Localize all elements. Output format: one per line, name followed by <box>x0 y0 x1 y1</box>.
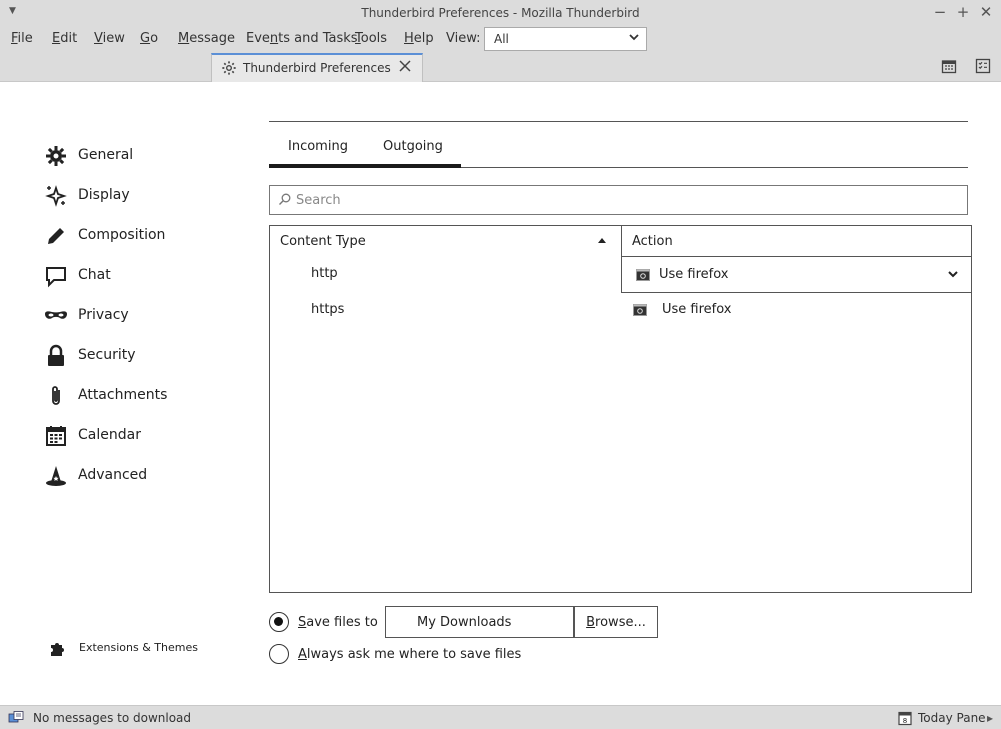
title-bar: ▼ Thunderbird Preferences - Mozilla Thun… <box>0 0 1001 28</box>
tab-label: Thunderbird Preferences <box>243 61 391 75</box>
menu-view[interactable]: View <box>94 31 125 46</box>
save-files-radio[interactable] <box>269 612 289 632</box>
nav-item-display[interactable]: Display <box>44 182 244 210</box>
download-folder-field[interactable]: My Downloads <box>385 606 574 638</box>
column-header-content-type[interactable]: Content Type <box>270 226 621 256</box>
svg-text:8: 8 <box>903 717 907 725</box>
sparkle-icon <box>45 185 67 207</box>
direction-tabs: Incoming Outgoing <box>269 132 968 168</box>
content-type-cell: https <box>311 302 345 317</box>
tab-strip: Thunderbird Preferences <box>0 52 1001 82</box>
menu-edit[interactable]: Edit <box>52 31 77 46</box>
search-icon <box>279 193 291 205</box>
status-bar: No messages to download 8 Today Pane ▸ <box>0 705 1001 729</box>
calendar-icon[interactable] <box>941 58 957 74</box>
firefox-app-icon <box>636 269 650 281</box>
content-type-cell: http <box>311 266 338 281</box>
maximize-button[interactable]: + <box>956 3 970 21</box>
window-controls: − + ✕ <box>933 3 993 21</box>
action-cell: Use firefox <box>662 302 732 317</box>
close-window-button[interactable]: ✕ <box>979 3 993 21</box>
calendar-icon: 8 <box>898 711 912 726</box>
nav-item-chat[interactable]: Chat <box>44 262 244 290</box>
window-title: Thunderbird Preferences - Mozilla Thunde… <box>361 6 640 20</box>
pencil-icon <box>48 228 64 244</box>
column-header-action[interactable]: Action <box>622 226 971 256</box>
menu-events-and-tasks[interactable]: Events and Tasks <box>246 31 358 46</box>
chevron-down-icon <box>948 271 958 278</box>
nav-item-composition[interactable]: Composition <box>44 222 244 250</box>
always-ask-label[interactable]: Always ask me where to save files <box>298 647 521 662</box>
nav-item-calendar[interactable]: Calendar <box>44 422 244 450</box>
menu-tools[interactable]: Tools <box>355 31 387 46</box>
today-pane-toggle[interactable]: Today Pane <box>918 711 986 725</box>
calendar-icon <box>46 426 66 446</box>
status-text: No messages to download <box>33 711 192 725</box>
save-files-label[interactable]: Save files to <box>298 615 378 630</box>
lock-icon <box>48 344 64 366</box>
paperclip-icon <box>52 386 60 405</box>
menu-go[interactable]: Go <box>140 31 158 46</box>
content-type-table: Content Type Action http Use firefox htt… <box>269 225 972 593</box>
browse-button[interactable]: Browse... <box>574 606 658 638</box>
close-tab-icon[interactable] <box>398 59 412 73</box>
menu-bar: File Edit View Go Message Events and Tas… <box>0 27 1001 52</box>
firefox-app-icon <box>633 304 647 316</box>
menu-help[interactable]: Help <box>404 31 434 46</box>
wizard-hat-icon <box>46 466 66 486</box>
nav-item-general[interactable]: General <box>44 142 244 170</box>
tab-outgoing[interactable]: Outgoing <box>383 139 443 154</box>
section-divider <box>269 121 968 122</box>
table-row[interactable]: https Use firefox <box>270 292 971 328</box>
search-input[interactable] <box>296 191 956 209</box>
nav-item-advanced[interactable]: Advanced <box>44 462 244 490</box>
tab-thunderbird-preferences[interactable]: Thunderbird Preferences <box>211 53 423 82</box>
sort-ascending-icon <box>598 238 606 243</box>
menu-file[interactable]: File <box>11 31 33 46</box>
view-label: View: <box>446 31 481 46</box>
gear-icon <box>222 61 236 75</box>
tab-incoming[interactable]: Incoming <box>288 139 348 154</box>
search-box <box>269 185 968 215</box>
nav-item-privacy[interactable]: Privacy <box>44 302 244 330</box>
action-select-value: Use firefox <box>659 267 729 282</box>
puzzle-icon <box>51 643 64 656</box>
menu-message[interactable]: Message <box>178 31 235 46</box>
always-ask-radio[interactable] <box>269 644 289 664</box>
resize-grip-icon[interactable]: ▸ <box>987 711 997 725</box>
chat-icon <box>46 267 66 288</box>
mask-icon <box>45 311 67 319</box>
nav-item-security[interactable]: Security <box>44 342 244 370</box>
gear-icon <box>46 146 66 166</box>
nav-item-attachments[interactable]: Attachments <box>44 382 244 410</box>
online-status-icon[interactable] <box>8 710 24 726</box>
minimize-button[interactable]: − <box>933 3 947 21</box>
chevron-down-icon <box>629 34 639 41</box>
view-filter-select[interactable]: All <box>484 27 647 51</box>
active-tab-indicator <box>269 164 461 168</box>
action-select[interactable]: Use firefox <box>621 256 972 293</box>
tasks-icon[interactable] <box>975 58 991 74</box>
view-filter-value: All <box>494 32 509 46</box>
